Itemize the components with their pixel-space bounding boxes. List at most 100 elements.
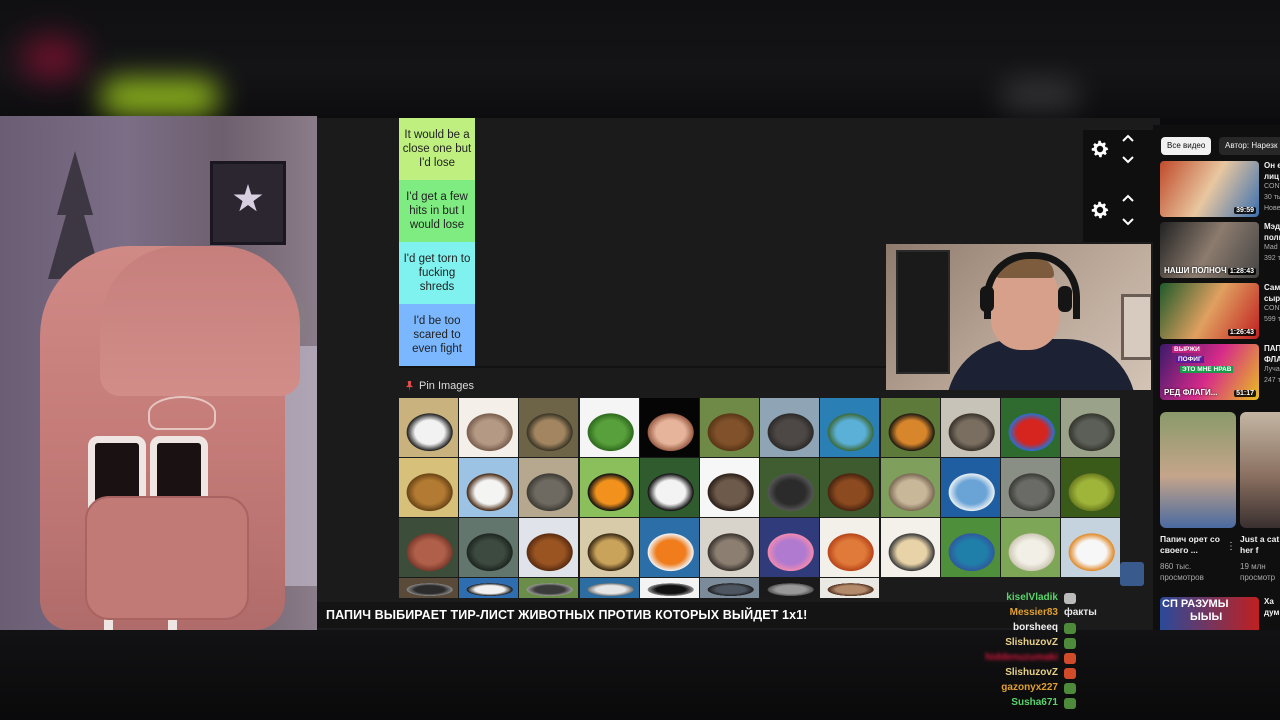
animal-tile-sheep[interactable] [1001, 518, 1060, 577]
wall-picture [896, 250, 950, 374]
chat-message: hiddenuzumaki [985, 652, 1145, 667]
chat-username[interactable]: kiselVladik [985, 592, 1058, 603]
video-duration: 1:28:43 [1227, 268, 1256, 275]
chat-username[interactable]: gazonyx227 [985, 682, 1058, 693]
video-meta: Луча [1264, 366, 1280, 373]
chat-username[interactable]: SlishuzovZ [985, 667, 1058, 678]
thumbnail-tag: ЭТО МНЕ НРАВ [1180, 366, 1234, 373]
animal-tile-ferret[interactable] [700, 458, 759, 517]
animal-tile-parrot[interactable] [1001, 398, 1060, 457]
animal-tile-deer[interactable] [519, 398, 579, 457]
animal-tile-swan[interactable] [1061, 518, 1121, 577]
short-title[interactable]: Just a cat and her f [1240, 534, 1280, 556]
chat-username[interactable]: Susha671 [985, 697, 1058, 708]
more-options-icon[interactable]: ⋮ [1226, 541, 1236, 552]
video-title[interactable]: Мэд [1264, 222, 1280, 231]
video-title[interactable]: Ха [1264, 597, 1274, 606]
video-meta: Нове [1264, 205, 1280, 212]
animal-tile-rhino-gray[interactable] [1061, 398, 1121, 457]
chat-emote-icon [1064, 668, 1076, 679]
animal-tile-row4-f[interactable] [700, 578, 759, 598]
animal-tile-panda[interactable] [639, 458, 699, 517]
animal-tile-snake[interactable] [1061, 458, 1121, 517]
animal-tile-squid[interactable] [639, 398, 699, 457]
animal-tile-row4-a[interactable] [399, 578, 458, 598]
short-thumbnail[interactable] [1160, 412, 1236, 528]
animal-tile-octopus[interactable] [760, 518, 820, 577]
thumbnail-tag: ВЫРЖИ [1172, 346, 1202, 353]
animal-tile-cow[interactable] [639, 578, 699, 598]
video-title[interactable]: дум [1264, 608, 1279, 617]
animal-tile-zebra[interactable] [399, 398, 458, 457]
animal-tile-row4-c[interactable] [519, 578, 579, 598]
animal-tile-rhino[interactable] [519, 458, 579, 517]
animal-tile-wolf[interactable] [940, 398, 1000, 457]
animal-tile-gorilla[interactable] [760, 458, 820, 517]
animal-tile-turtle[interactable] [820, 398, 880, 457]
chip-all-videos[interactable]: Все видео [1161, 137, 1212, 155]
animal-tile-llama[interactable] [880, 458, 940, 517]
animal-tile-row4-b[interactable] [459, 578, 519, 598]
video-thumbnail[interactable]: РЕД ФЛАГИ... ВЫРЖИ ПОФИГ ЭТО МНЕ НРАВ 51:17 [1160, 344, 1259, 400]
chat-message: borsheeq [985, 622, 1145, 637]
animal-tile-eagle[interactable] [459, 458, 519, 517]
animal-tile-row4-d[interactable] [579, 578, 639, 598]
move-up-chevron-icon[interactable] [1121, 132, 1135, 146]
animal-tile-shark[interactable] [940, 458, 1000, 517]
video-thumbnail[interactable]: НАШИ ПОЛНОЧ 1:28:43 [1160, 222, 1259, 278]
short-thumbnail[interactable] [1240, 412, 1280, 528]
chip-author[interactable]: Автор: Нарезк [1219, 137, 1280, 155]
animal-tile-mouse[interactable] [459, 398, 519, 457]
move-down-chevron-icon[interactable] [1121, 214, 1135, 228]
pin-images-header[interactable]: Pin Images [405, 380, 474, 392]
animal-tile-cheetah[interactable] [579, 518, 639, 577]
animal-tile-crab[interactable] [820, 518, 880, 577]
chat-username[interactable]: borsheeq [985, 622, 1058, 633]
move-up-chevron-icon[interactable] [1121, 192, 1135, 206]
animal-tile-tiger[interactable] [880, 398, 940, 457]
video-thumbnail[interactable]: 1:26:43 [1160, 283, 1259, 339]
chat-username[interactable]: SlishuzovZ [985, 637, 1058, 648]
chat-username[interactable]: Messier83 [985, 607, 1058, 618]
video-title[interactable]: Сам [1264, 283, 1280, 292]
chat-username[interactable]: hiddenuzumaki [985, 652, 1058, 663]
animal-tile-peacock[interactable] [940, 518, 1000, 577]
video-thumbnail[interactable]: СП РАЗУМЫ ЫЫЫ [1160, 597, 1259, 630]
animal-tile-elephant[interactable] [1001, 458, 1060, 517]
animal-tile-lizard[interactable] [579, 398, 639, 457]
thumbnail-caption: СП РАЗУМЫ [1162, 598, 1229, 610]
video-title[interactable]: Он е [1264, 161, 1280, 170]
animal-tile-dog[interactable] [880, 518, 940, 577]
animal-tile-oriole[interactable] [579, 458, 639, 517]
banner-text: ПАПИЧ ВЫБИРАЕТ ТИР-ЛИСТ ЖИВОТНЫХ ПРОТИВ … [326, 608, 808, 622]
short-views-label: просмотр [1240, 573, 1276, 582]
animal-tile-starfish[interactable] [399, 518, 458, 577]
animal-tile-cat[interactable] [700, 518, 759, 577]
animal-tile-row4-h[interactable] [820, 578, 880, 598]
short-title[interactable]: Папич орет со своего ... [1160, 534, 1228, 556]
animal-tile-crocodile[interactable] [459, 518, 519, 577]
animal-tile-lion[interactable] [399, 458, 458, 517]
tier-label[interactable]: It would be a close one but I'd lose [399, 118, 475, 180]
animal-tile-horse[interactable] [519, 518, 579, 577]
animal-tile-clownfish[interactable] [639, 518, 699, 577]
video-thumbnail[interactable]: 39:59 [1160, 161, 1259, 217]
video-meta: 599 т [1264, 316, 1280, 323]
tier-label[interactable]: I'd get torn to fucking shreds [399, 242, 475, 304]
video-title[interactable]: ПАП [1264, 344, 1280, 353]
video-duration: 39:59 [1234, 207, 1256, 214]
settings-gear-icon[interactable] [1089, 199, 1111, 221]
move-down-chevron-icon[interactable] [1121, 152, 1135, 166]
animal-tile-hippo[interactable] [760, 398, 820, 457]
tier-label[interactable]: I'd get a few hits in but I would lose [399, 180, 475, 242]
gaming-chair [40, 246, 300, 630]
chat-emote-icon [1064, 593, 1076, 604]
animal-tile-orangutan[interactable] [820, 458, 880, 517]
animal-tile-row4-g[interactable] [760, 578, 820, 598]
video-title-line: сыр [1264, 294, 1280, 303]
chat-emote-icon [1064, 623, 1076, 634]
animal-tile-brown-bear[interactable] [700, 398, 759, 457]
settings-gear-icon[interactable] [1089, 138, 1111, 160]
pin-images-label: Pin Images [419, 380, 475, 392]
tier-label[interactable]: I'd be too scared to even fight [399, 304, 475, 366]
